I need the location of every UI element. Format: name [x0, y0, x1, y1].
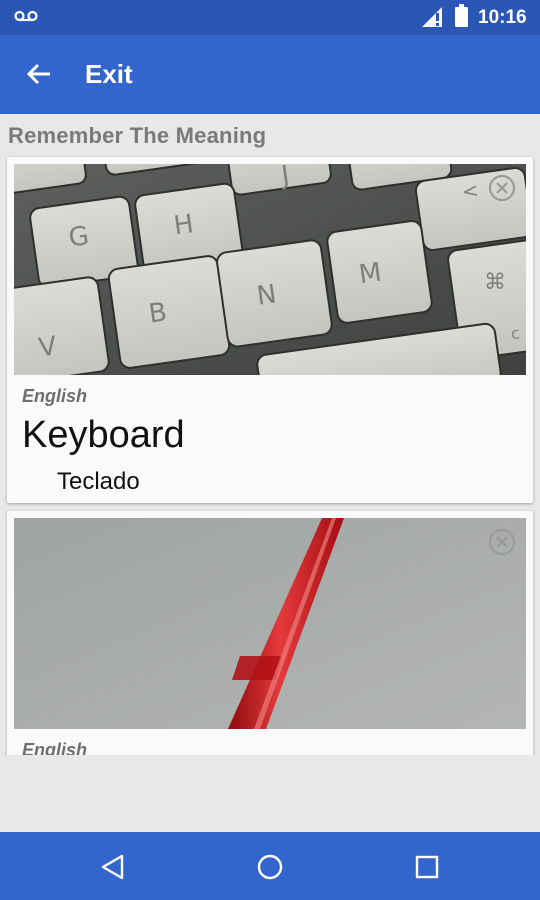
back-triangle-icon[interactable] [98, 852, 128, 882]
close-circle-icon[interactable] [487, 173, 517, 203]
keyboard-photo: G H J B N M V ⌘ < c [14, 164, 526, 375]
recents-square-icon[interactable] [412, 852, 442, 882]
card-list[interactable]: G H J B N M V ⌘ < c English Keyboard Tec… [0, 155, 540, 755]
page-title[interactable]: Exit [85, 59, 133, 90]
home-circle-icon[interactable] [255, 852, 285, 882]
status-bar: 10:16 [0, 0, 540, 35]
svg-text:N: N [255, 279, 278, 311]
language-label: English [22, 386, 88, 406]
language-label: English [22, 740, 88, 755]
svg-text:G: G [67, 221, 91, 254]
status-time: 10:16 [478, 7, 527, 28]
svg-text:H: H [172, 209, 196, 241]
red-pen-photo [14, 518, 526, 729]
word-card[interactable]: English [7, 511, 533, 755]
navigation-bar [0, 832, 540, 900]
word-text: Keyboard [22, 414, 185, 456]
svg-text:⌘: ⌘ [484, 270, 506, 295]
section-title: Remember The Meaning [8, 123, 267, 148]
app-bar: Exit [0, 35, 540, 114]
battery-icon [455, 4, 468, 27]
signal-icon [422, 7, 442, 27]
arrow-left-icon[interactable] [22, 57, 56, 91]
translation-text: Teclado [57, 468, 140, 495]
close-circle-icon[interactable] [487, 527, 517, 557]
svg-text:M: M [357, 257, 383, 290]
svg-text:<: < [460, 178, 480, 204]
voicemail-icon [14, 10, 38, 22]
word-card[interactable]: G H J B N M V ⌘ < c English Keyboard Tec… [7, 157, 533, 503]
